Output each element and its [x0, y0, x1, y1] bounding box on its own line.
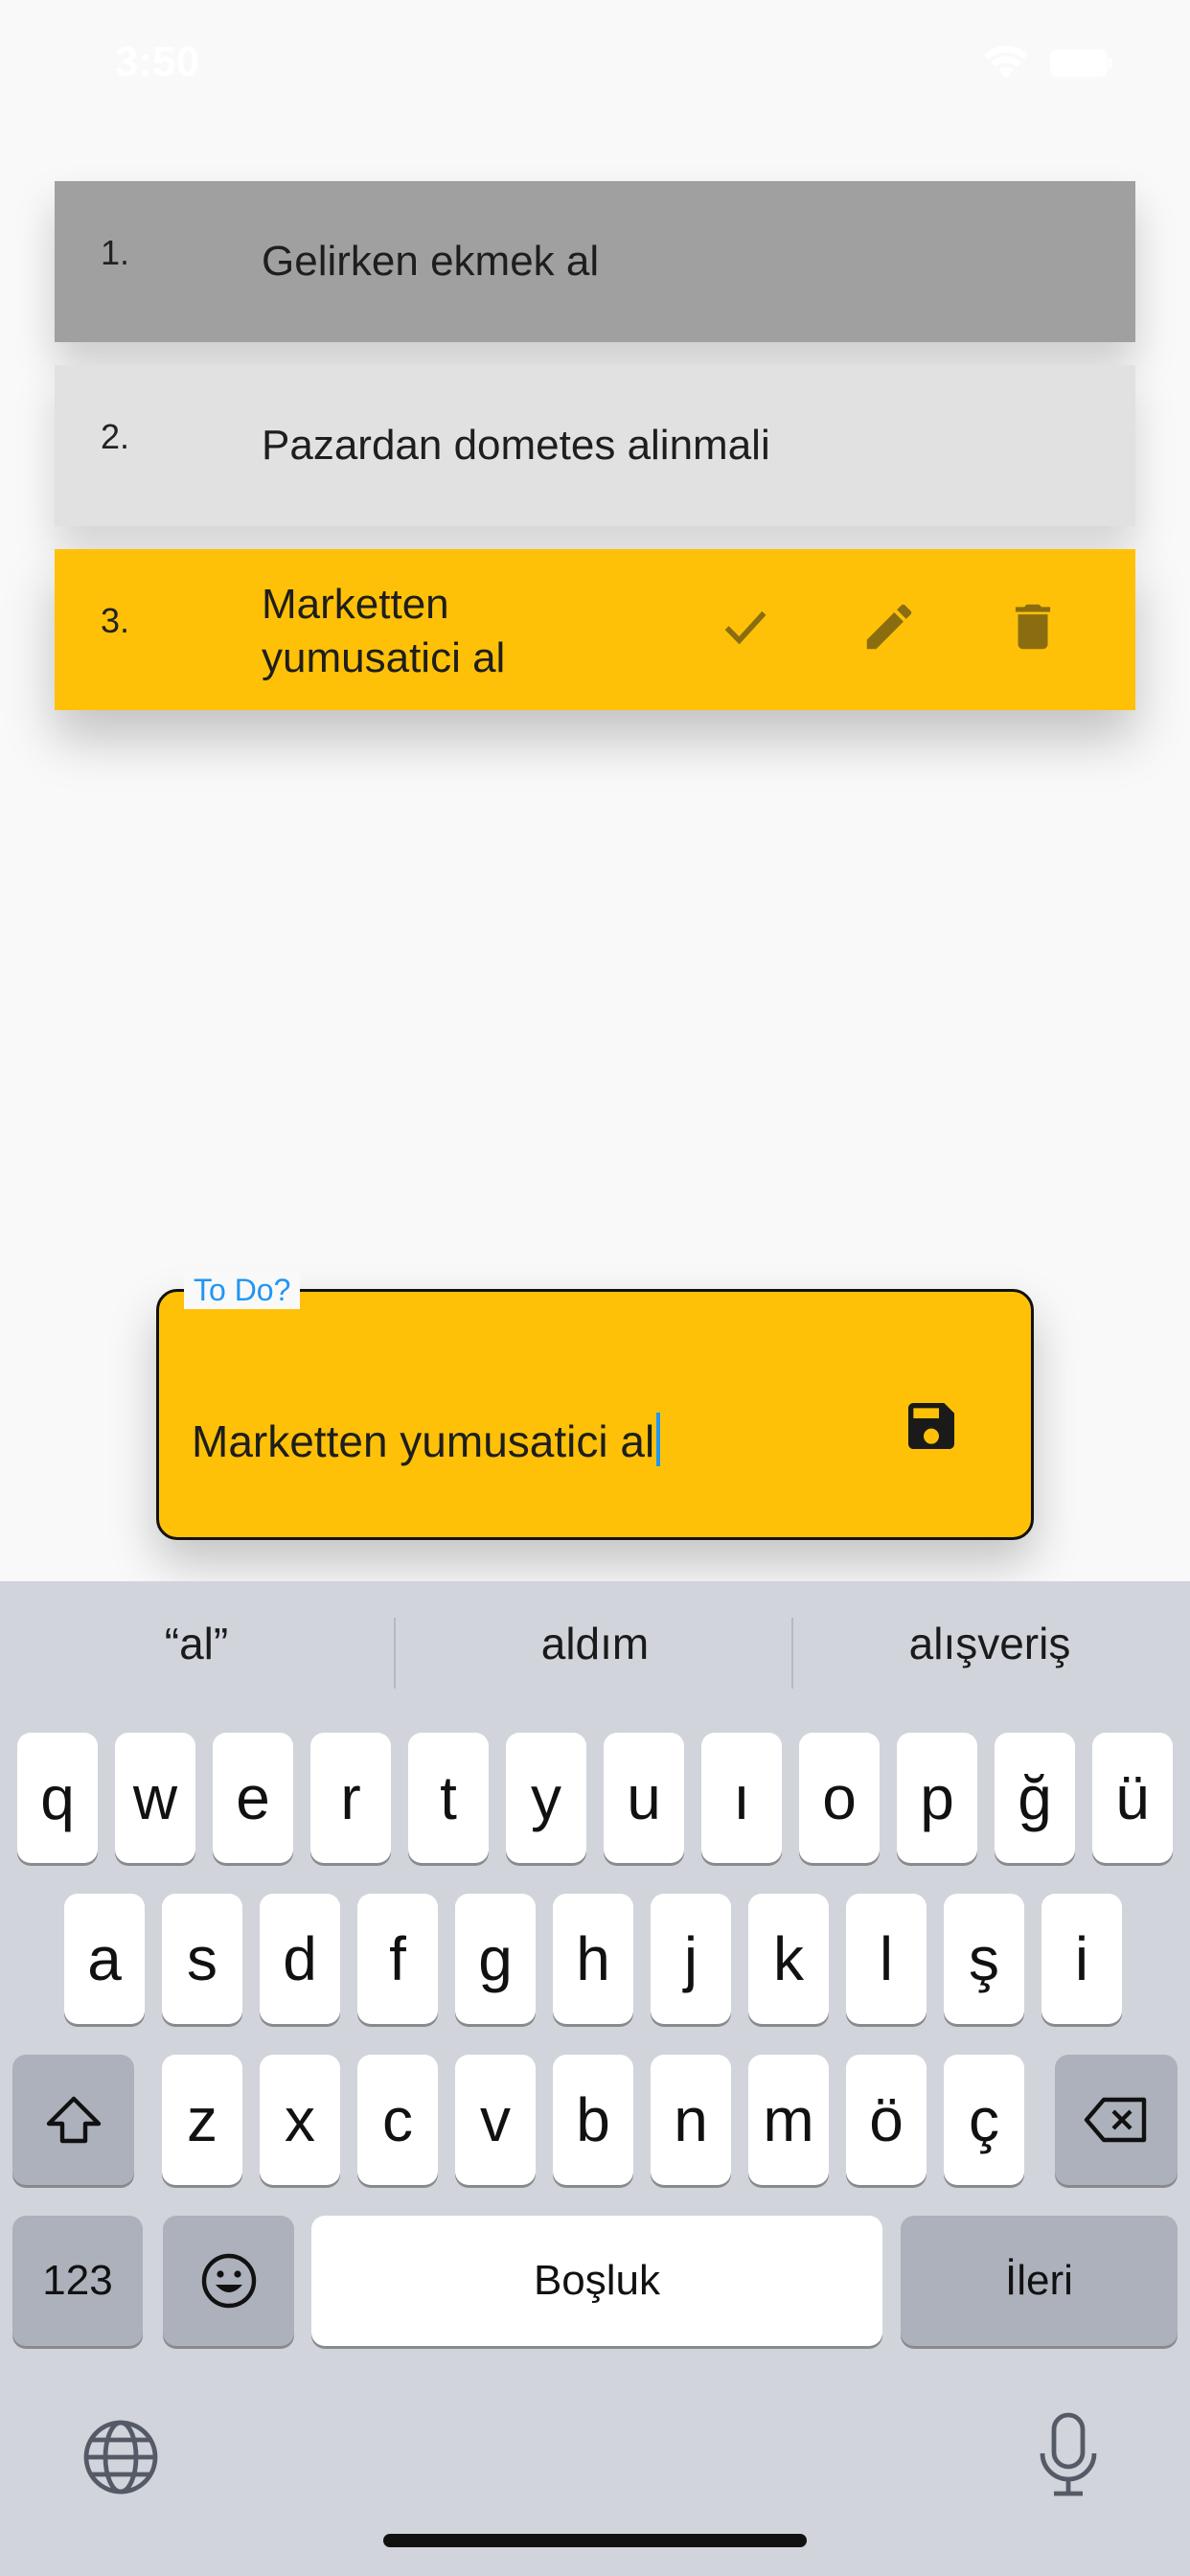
input-text: Marketten yumusatici al [192, 1416, 655, 1466]
suggestion-item[interactable]: aldım [399, 1618, 791, 1669]
key-b[interactable]: b [553, 2055, 633, 2185]
key-a[interactable]: a [64, 1894, 145, 2024]
pencil-icon[interactable] [859, 593, 919, 660]
battery-icon [1050, 48, 1113, 79]
key-e[interactable]: e [213, 1733, 293, 1863]
suggestion-item[interactable]: “al” [0, 1618, 393, 1669]
key-ç[interactable]: ç [944, 2055, 1024, 2185]
key-h[interactable]: h [553, 1894, 633, 2024]
suggestion-item[interactable]: alışveriş [793, 1618, 1186, 1669]
key-m[interactable]: m [748, 2055, 829, 2185]
delete-key[interactable] [1055, 2055, 1178, 2185]
check-icon[interactable] [716, 593, 775, 660]
key-u[interactable]: u [604, 1733, 684, 1863]
shift-key[interactable] [12, 2055, 134, 2185]
key-j[interactable]: j [651, 1894, 731, 2024]
todo-input-field[interactable]: To Do? Marketten yumusatici al [156, 1271, 1034, 1540]
todo-number: 1. [101, 233, 130, 272]
key-t[interactable]: t [408, 1733, 489, 1863]
numbers-key[interactable]: 123 [12, 2216, 143, 2346]
todo-number: 2. [101, 417, 130, 456]
key-o[interactable]: o [799, 1733, 880, 1863]
todo-item[interactable]: 2. Pazardan dometes alinmali [55, 365, 1135, 526]
status-icons [983, 46, 1113, 80]
key-i[interactable]: i [1041, 1894, 1122, 2024]
key-s[interactable]: s [162, 1894, 242, 2024]
wifi-icon [983, 46, 1029, 80]
text-caret [656, 1413, 661, 1466]
key-x[interactable]: x [260, 2055, 340, 2185]
trash-icon[interactable] [1003, 593, 1063, 660]
key-ü[interactable]: ü [1092, 1733, 1173, 1863]
key-ş[interactable]: ş [944, 1894, 1024, 2024]
key-z[interactable]: z [162, 2055, 242, 2185]
input-label: To Do? [184, 1271, 301, 1309]
input-value[interactable]: Marketten yumusatici al [192, 1413, 661, 1467]
onscreen-keyboard: “al” aldım alışveriş qwertyuıopğü asdfghj… [0, 1581, 1190, 2576]
todo-number: 3. [101, 601, 130, 640]
todo-item[interactable]: 1. Gelirken ekmek al [55, 181, 1135, 342]
key-n[interactable]: n [651, 2055, 731, 2185]
key-r[interactable]: r [310, 1733, 391, 1863]
emoji-key[interactable] [163, 2216, 294, 2346]
return-key[interactable]: İleri [901, 2216, 1178, 2346]
globe-icon[interactable] [80, 2417, 161, 2502]
key-w[interactable]: w [115, 1733, 195, 1863]
key-d[interactable]: d [260, 1894, 340, 2024]
key-k[interactable]: k [748, 1894, 829, 2024]
key-q[interactable]: q [17, 1733, 98, 1863]
save-icon[interactable] [901, 1395, 962, 1457]
key-p[interactable]: p [897, 1733, 977, 1863]
todo-text: Gelirken ekmek al [262, 238, 600, 285]
suggestion-divider [394, 1618, 396, 1689]
home-indicator [383, 2534, 807, 2547]
key-l[interactable]: l [846, 1894, 927, 2024]
key-f[interactable]: f [357, 1894, 438, 2024]
key-c[interactable]: c [357, 2055, 438, 2185]
space-key[interactable]: Boşluk [311, 2216, 882, 2346]
todo-text: Marketten yumusatici al [262, 581, 506, 681]
todo-actions [716, 593, 1063, 660]
key-ö[interactable]: ö [846, 2055, 927, 2185]
todo-item-selected[interactable]: 3. Marketten yumusatici al [55, 549, 1135, 710]
status-time: 3:50 [115, 38, 200, 85]
key-g[interactable]: g [455, 1894, 536, 2024]
key-v[interactable]: v [455, 2055, 536, 2185]
microphone-icon[interactable] [1035, 2411, 1102, 2502]
todo-text: Pazardan dometes alinmali [262, 422, 770, 469]
key-ı[interactable]: ı [701, 1733, 782, 1863]
key-ğ[interactable]: ğ [995, 1733, 1075, 1863]
key-y[interactable]: y [506, 1733, 586, 1863]
suggestion-bar: “al” aldım alışveriş [0, 1581, 1190, 1725]
